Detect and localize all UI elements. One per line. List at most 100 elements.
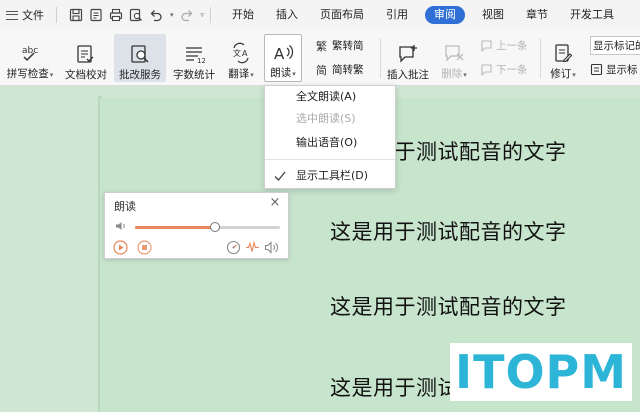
menu-item-export-speech[interactable]: 输出语音(O) (265, 133, 395, 153)
volume-icon[interactable] (115, 221, 127, 231)
svg-text:文: 文 (233, 48, 241, 58)
delete-comment-label: 删除 (441, 68, 463, 80)
previous-comment-label: 上一条 (496, 40, 528, 52)
document-text-line[interactable]: 这是用于测试配音的文字 (330, 291, 567, 321)
watermark-text: ITOPM (454, 345, 628, 399)
doc-compare-icon (77, 45, 94, 63)
word-count-icon: 123 (186, 47, 205, 65)
translate-label: 翻译 (228, 68, 250, 80)
translate-button[interactable]: 文A 翻译▾ (222, 34, 260, 82)
svg-text:A: A (242, 49, 248, 58)
menu-divider (56, 7, 57, 23)
watermark: ITOPM (450, 343, 632, 401)
menu-divider (265, 159, 395, 160)
svg-text:A: A (274, 45, 285, 63)
undo-icon[interactable] (149, 8, 163, 22)
spell-check-label: 拼写检查 (6, 68, 49, 80)
track-changes-button[interactable]: 修订▾ (544, 34, 582, 82)
ribbon-tabs: 开始 插入 页面布局 引用 审阅 视图 章节 开发工具 (221, 0, 625, 30)
word-count-button[interactable]: 123 字数统计 (170, 34, 218, 82)
tab-sections[interactable]: 章节 (515, 0, 559, 30)
tab-developer[interactable]: 开发工具 (559, 0, 625, 30)
save-icon[interactable] (69, 8, 83, 22)
close-icon[interactable]: × (269, 196, 281, 210)
delete-comment-icon (445, 45, 464, 62)
svg-text:123: 123 (197, 57, 205, 65)
read-aloud-label: 朗读 (270, 67, 292, 79)
read-aloud-toolbar-title: 朗读 (114, 200, 136, 213)
doc-compare-button[interactable]: 文档校对 (62, 34, 110, 82)
review-ribbon: abc 拼写检查▾ 文档校对 批改服务 123 字数统计 文A 翻译▾ A 朗读… (0, 30, 640, 86)
print-icon[interactable] (109, 8, 123, 22)
next-comment-label: 下一条 (496, 64, 528, 76)
previous-comment-icon (481, 40, 492, 52)
menu-item-show-toolbar-label: 显示工具栏(D) (296, 169, 369, 182)
svg-text:简: 简 (316, 63, 327, 76)
read-aloud-toolbar: 朗读 × (104, 192, 289, 259)
track-changes-icon (555, 44, 573, 63)
simp-to-trad-button[interactable]: 简 简转繁 (316, 62, 364, 77)
show-markup-menu-button[interactable]: 显示标 (590, 62, 640, 77)
file-menu-button[interactable]: 文件 (0, 0, 50, 30)
show-markup-value: 显示标记的 (590, 36, 640, 55)
export-pdf-icon[interactable] (89, 8, 103, 22)
voice-settings-icon[interactable] (264, 240, 279, 255)
review-service-button[interactable]: 批改服务 (114, 34, 166, 82)
svg-text:繁: 繁 (316, 39, 327, 52)
trad-to-simp-icon: 繁 (316, 39, 327, 52)
quick-access-toolbar: ▾ ▿ (63, 8, 204, 22)
insert-comment-label: 插入批注 (387, 69, 429, 81)
ribbon-divider (380, 38, 381, 78)
print-preview-icon[interactable] (129, 8, 143, 22)
speed-icon[interactable] (226, 240, 241, 255)
reading-progress-slider[interactable] (135, 222, 280, 232)
next-comment-icon (481, 64, 492, 76)
document-text-line[interactable]: 这是用于测试配音的文字 (330, 216, 567, 246)
insert-comment-button[interactable]: 插入批注 (384, 34, 432, 82)
reading-progress-thumb[interactable] (209, 222, 220, 232)
menu-item-show-toolbar[interactable]: 显示工具栏(D) (265, 166, 395, 186)
svg-text:abc: abc (22, 46, 38, 56)
tab-page-layout[interactable]: 页面布局 (309, 0, 375, 30)
undo-dropdown-icon[interactable]: ▾ (170, 11, 174, 19)
tab-review[interactable]: 审阅 (425, 6, 466, 24)
menu-item-read-all[interactable]: 全文朗读(A) (265, 87, 395, 107)
play-icon[interactable] (113, 240, 128, 255)
delete-comment-button[interactable]: 删除▾ (436, 34, 472, 82)
previous-comment-button[interactable]: 上一条 (480, 38, 528, 53)
tab-references[interactable]: 引用 (375, 0, 419, 30)
next-comment-button[interactable]: 下一条 (480, 62, 528, 77)
tab-view[interactable]: 视图 (471, 0, 515, 30)
translate-icon: 文A (233, 42, 249, 64)
chevron-down-icon[interactable]: ▾ (292, 70, 296, 78)
spell-check-button[interactable]: abc 拼写检查▾ (2, 34, 58, 82)
read-aloud-menu: 全文朗读(A) 选中朗读(S) 输出语音(O) 显示工具栏(D) (264, 85, 396, 189)
word-count-label: 字数统计 (173, 69, 215, 81)
chevron-down-icon[interactable]: ▾ (50, 71, 54, 79)
voice-waveform-icon[interactable] (245, 240, 260, 255)
read-aloud-icon: A (274, 45, 294, 63)
stop-icon[interactable] (137, 240, 152, 255)
track-changes-label: 修订 (550, 68, 572, 80)
review-service-icon (131, 45, 149, 63)
trad-to-simp-label: 繁转简 (332, 40, 364, 52)
hamburger-icon (6, 10, 18, 20)
customize-toolbar-icon[interactable]: ▿ (201, 11, 205, 19)
tab-home[interactable]: 开始 (221, 0, 265, 30)
show-markup-select[interactable]: 显示标记的 (590, 36, 640, 55)
doc-compare-label: 文档校对 (65, 69, 107, 81)
chevron-down-icon[interactable]: ▾ (572, 71, 576, 79)
redo-icon[interactable] (180, 8, 194, 22)
document-view-icon (590, 63, 603, 76)
read-aloud-button[interactable]: A 朗读▾ (264, 34, 302, 82)
trad-to-simp-button[interactable]: 繁 繁转简 (316, 38, 364, 53)
chevron-down-icon[interactable]: ▾ (250, 71, 254, 79)
menu-bar: 文件 ▾ ▿ 开始 插入 页面布局 引用 审阅 视图 章节 开发工具 (0, 0, 640, 30)
insert-comment-icon (399, 45, 417, 63)
simp-to-trad-icon: 简 (316, 63, 327, 76)
menu-item-read-selection[interactable]: 选中朗读(S) (265, 109, 395, 129)
file-menu-label: 文件 (22, 9, 44, 22)
reading-progress-fill (135, 226, 215, 229)
chevron-down-icon[interactable]: ▾ (463, 71, 467, 79)
tab-insert[interactable]: 插入 (265, 0, 309, 30)
